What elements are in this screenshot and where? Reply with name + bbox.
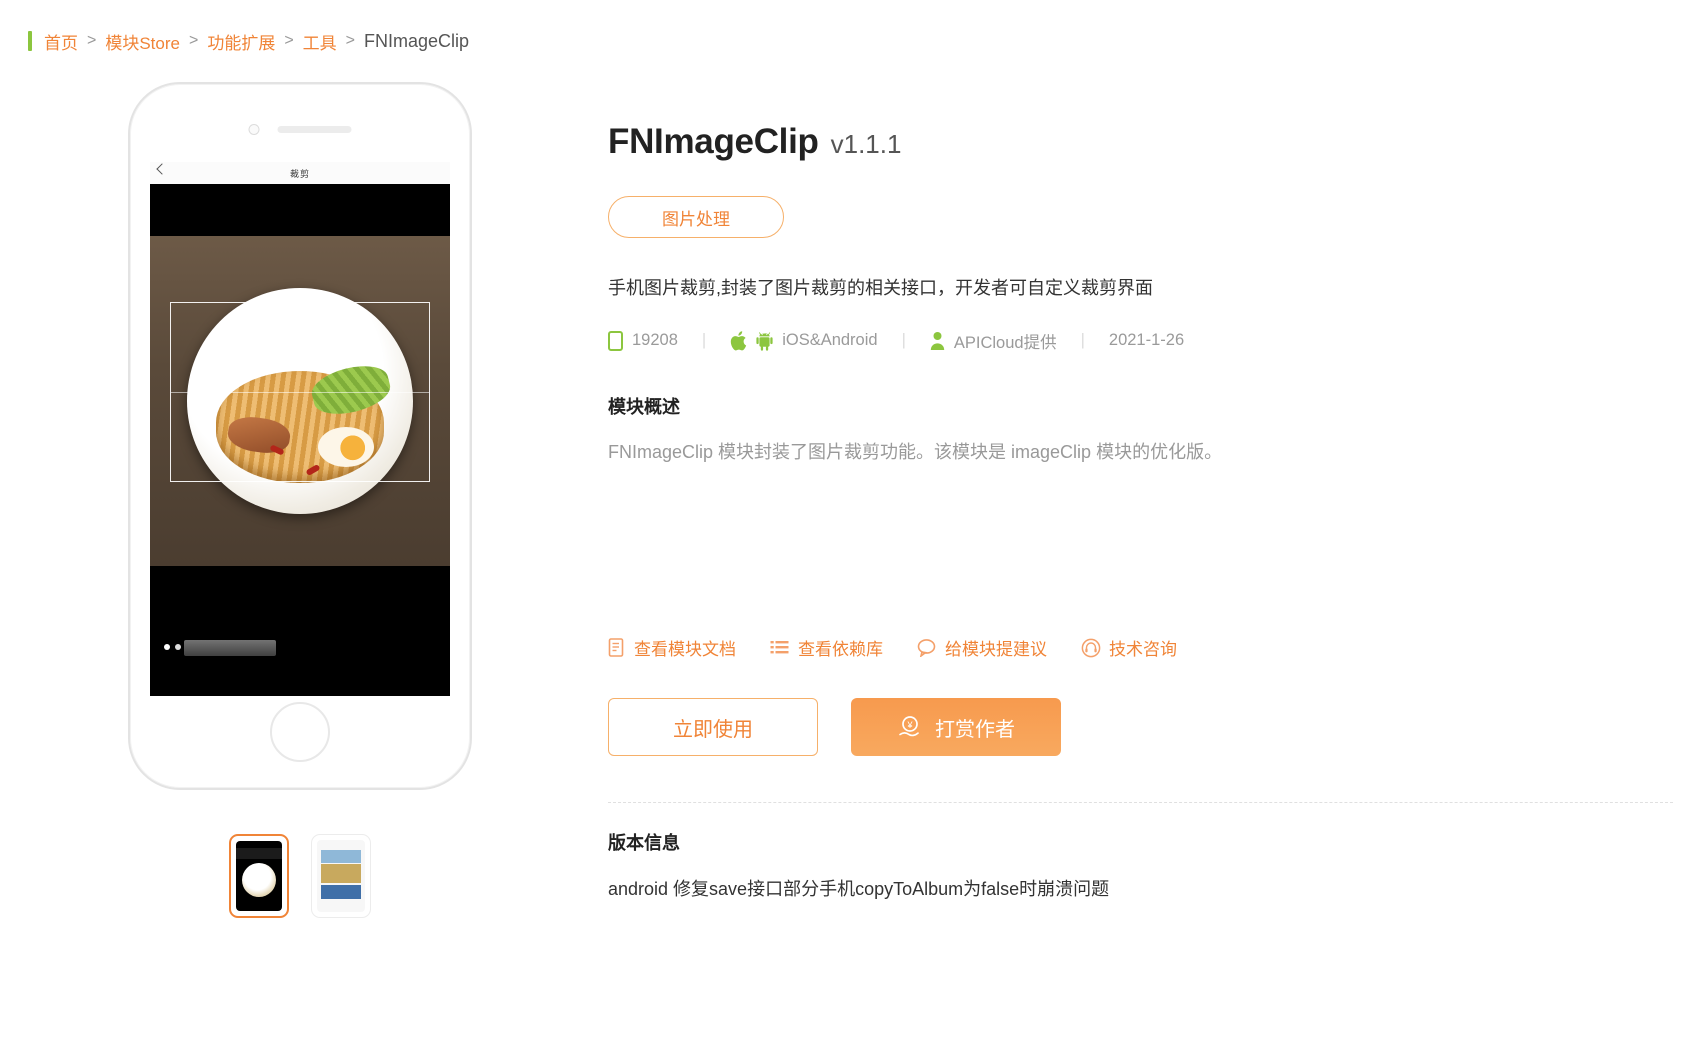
app-navbar-title: 裁剪: [289, 168, 310, 179]
details-column: FNImageClip v1.1.1 图片处理 手机图片裁剪,封装了图片裁剪的相…: [600, 52, 1697, 918]
apple-icon: [730, 331, 747, 351]
thumbnail-image-2: [317, 840, 365, 912]
module-name: FNImageClip: [608, 122, 819, 161]
release-date-value: 2021-1-26: [1108, 331, 1185, 350]
module-meta-row: 19208 | iOS&Android | APICloud提供 | 2021-…: [608, 329, 1697, 353]
provider-info: APICloud提供: [930, 329, 1057, 353]
thumbnail-screenshot-1[interactable]: [229, 834, 289, 918]
use-now-label: 立即使用: [673, 718, 753, 741]
thumb2-band: [320, 850, 362, 864]
caption-block: [184, 640, 276, 656]
breadcrumb-item-extensions[interactable]: 功能扩展: [207, 29, 275, 54]
version-info-heading: 版本信息: [608, 833, 680, 854]
view-dependency-link[interactable]: 查看依赖库: [770, 635, 883, 660]
thumbnail-list: [0, 834, 600, 918]
donate-hand-coin-icon: ¥: [897, 714, 923, 740]
use-now-button[interactable]: 立即使用: [608, 698, 818, 757]
meta-separator: |: [1080, 331, 1085, 350]
provider-value: APICloud提供: [953, 333, 1057, 352]
comment-icon: [917, 638, 937, 658]
download-count: 19208: [608, 330, 678, 351]
overview-body: FNImageClip 模块封装了图片裁剪功能。该模块是 imageClip 模…: [608, 441, 1223, 462]
page-dot: [175, 644, 181, 650]
breadcrumb-separator: >: [345, 32, 356, 49]
play-button[interactable]: [274, 318, 326, 370]
thumb2-band: [320, 864, 362, 884]
tech-support-label: 技术咨询: [1109, 640, 1177, 660]
page-dot: [164, 644, 170, 650]
android-icon: [756, 331, 773, 351]
view-dependency-label: 查看依赖库: [798, 640, 883, 660]
breadcrumb-item-tools[interactable]: 工具: [303, 29, 337, 54]
breadcrumb-accent-bar: [28, 31, 32, 51]
section-divider: [608, 802, 1673, 804]
platform-value: iOS&Android: [782, 331, 878, 350]
list-icon: [770, 638, 790, 657]
page-content: 裁剪 FNImageClip v1.1.1 图片处理 手机图片裁剪,封装了图片裁…: [0, 52, 1697, 918]
release-date: 2021-1-26: [1109, 331, 1184, 350]
breadcrumb-item-module-store[interactable]: 模块Store: [105, 29, 180, 54]
preview-column: 裁剪: [0, 52, 600, 918]
page-title: FNImageClip v1.1.1: [608, 122, 1697, 162]
overview-heading: 模块概述: [608, 396, 680, 417]
breadcrumb-item-home[interactable]: 首页: [44, 29, 78, 54]
svg-text:¥: ¥: [906, 720, 913, 730]
download-count-value: 19208: [632, 331, 678, 350]
platform-info: iOS&Android: [730, 331, 878, 351]
app-navbar: 裁剪: [150, 162, 450, 184]
primary-actions: 立即使用 ¥ 打赏作者: [608, 698, 1697, 757]
home-button-icon: [270, 702, 330, 762]
suggest-module-link[interactable]: 给模块提建议: [917, 635, 1047, 660]
phone-speaker-group: [248, 124, 352, 135]
version-info-body: android 修复save接口部分手机copyToAlbum为false时崩溃…: [608, 879, 1110, 900]
donate-label: 打赏作者: [935, 718, 1015, 741]
phone-mockup: 裁剪: [128, 82, 472, 790]
donate-button[interactable]: ¥ 打赏作者: [851, 698, 1061, 757]
thumbnail-screenshot-2[interactable]: [311, 834, 371, 918]
phone-download-icon: [608, 330, 623, 351]
breadcrumb-separator: >: [188, 32, 199, 49]
meta-separator: |: [701, 331, 707, 350]
breadcrumb: 首页 > 模块Store > 功能扩展 > 工具 > FNImageClip: [0, 0, 1697, 54]
headset-icon: [1081, 638, 1101, 658]
view-document-link[interactable]: 查看模块文档: [608, 635, 736, 660]
category-tag[interactable]: 图片处理: [608, 196, 784, 238]
camera-icon: [248, 124, 260, 135]
phone-screen: 裁剪: [150, 162, 450, 696]
breadcrumb-separator: >: [284, 32, 294, 49]
screenshot-image[interactable]: [150, 184, 450, 696]
meta-separator: |: [901, 331, 906, 350]
view-document-label: 查看模块文档: [634, 640, 736, 660]
page-dots: [164, 644, 181, 650]
speaker-grill-icon: [277, 126, 352, 133]
breadcrumb-separator: >: [87, 32, 97, 49]
back-arrow-icon[interactable]: [156, 163, 168, 175]
tech-support-link[interactable]: 技术咨询: [1081, 635, 1177, 660]
module-description: 手机图片裁剪,封装了图片裁剪的相关接口，开发者可自定义裁剪界面: [608, 278, 1153, 298]
user-icon: [930, 331, 945, 351]
thumbnail-image-1: [236, 841, 282, 911]
suggest-module-label: 给模块提建议: [945, 640, 1047, 660]
breadcrumb-item-current: FNImageClip: [364, 30, 470, 51]
play-icon: [293, 333, 312, 355]
action-links: 查看模块文档 查看依赖库 给模块提建议 技术咨询: [608, 635, 1697, 660]
thumb2-band: [320, 884, 362, 900]
module-version: v1.1.1: [830, 129, 902, 159]
document-icon: [608, 638, 626, 658]
